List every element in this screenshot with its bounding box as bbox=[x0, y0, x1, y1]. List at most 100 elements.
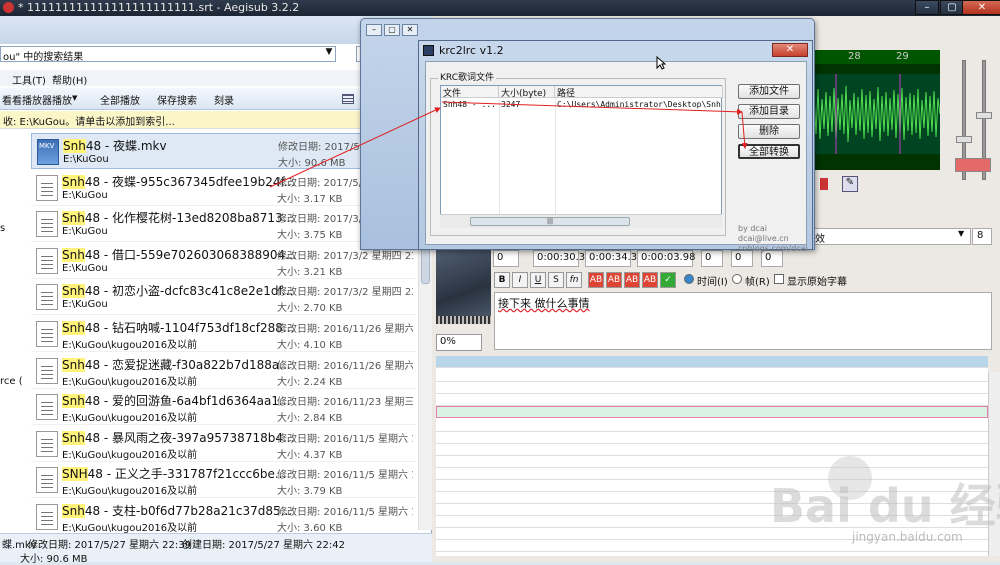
file-name-rest: 48 - 爱的回游鱼-6a4bf1d6364aa1... bbox=[84, 394, 291, 409]
chevron-down-icon[interactable]: ▼ bbox=[72, 94, 77, 102]
scrollbar-thumb[interactable]: ||| bbox=[470, 217, 630, 226]
layer-input[interactable]: 8 bbox=[972, 228, 992, 245]
navigation-pane: s rce ( bbox=[0, 130, 30, 530]
table-row[interactable] bbox=[436, 382, 988, 394]
status-modified: 修改日期: 2017/5/27 星期六 22:39 bbox=[28, 540, 191, 551]
list-horizontal-scrollbar[interactable]: ||| bbox=[440, 214, 722, 228]
add-file-button[interactable]: 添加文件 bbox=[738, 84, 800, 99]
video-zoom-select[interactable]: 0% bbox=[436, 334, 482, 351]
chevron-down-icon[interactable]: ▼ bbox=[958, 229, 964, 238]
underline-button[interactable]: U bbox=[530, 272, 546, 288]
time-radio[interactable] bbox=[684, 274, 694, 284]
save-search-button[interactable]: 保存搜索 bbox=[157, 92, 197, 107]
list-item[interactable]: Snh48 - 钻石呐喊-1104f753df18cf288... E:\KuGo… bbox=[31, 316, 416, 352]
file-folder: E:\KuGou bbox=[62, 262, 108, 274]
italic-button[interactable]: I bbox=[512, 272, 528, 288]
list-item-size[interactable]: 3247 bbox=[501, 100, 520, 109]
table-row[interactable] bbox=[436, 420, 988, 432]
video-file-icon bbox=[37, 139, 59, 165]
list-item[interactable]: Snh48 - 暴风雨之夜-397a95738718b4... E:\KuGou\… bbox=[31, 426, 416, 462]
delete-button[interactable]: 删除 bbox=[738, 124, 800, 139]
style-select[interactable]: 效 bbox=[811, 228, 971, 245]
menu-tools[interactable]: 工具(T) bbox=[12, 72, 46, 87]
close-button[interactable]: ✕ bbox=[772, 43, 808, 57]
krc-file-list[interactable]: 文件 大小(byte) 路径 Snh48 - ... 3247 C:\Users… bbox=[440, 85, 723, 228]
aegisub-logo-icon bbox=[3, 2, 14, 13]
font-button[interactable]: fn bbox=[566, 272, 582, 288]
minimize-button[interactable]: – bbox=[366, 24, 382, 36]
layer-field[interactable]: 0 bbox=[493, 250, 519, 267]
file-size: 大小: 3.75 KB bbox=[277, 230, 343, 242]
file-name-rest: 48 - 暴风雨之夜-397a95738718b4... bbox=[84, 430, 295, 445]
zoom-slider-thumb[interactable] bbox=[956, 136, 972, 143]
margin-left-field[interactable]: 0 bbox=[701, 250, 723, 267]
list-item[interactable]: Snh48 - 化作樱花树-13ed8208ba8713... E:\KuGou 修… bbox=[31, 206, 416, 243]
address-dropdown-icon[interactable]: ▼ bbox=[322, 47, 336, 61]
table-row[interactable] bbox=[436, 444, 988, 456]
list-item-file[interactable]: Snh48 - ... bbox=[443, 100, 496, 109]
shadow-color-button[interactable]: AB bbox=[642, 272, 658, 288]
maximize-button[interactable]: ▢ bbox=[940, 0, 964, 15]
search-highlight: SNH bbox=[62, 467, 88, 482]
list-item[interactable]: Snh48 - 借口-559e702603068388904... E:\KuGo… bbox=[31, 243, 416, 279]
list-item[interactable]: Snh48 - 爱的回游鱼-6a4bf1d6364aa1... E:\KuGou\… bbox=[31, 389, 416, 426]
play-all-button[interactable]: 全部播放 bbox=[100, 92, 140, 107]
table-row[interactable] bbox=[436, 394, 988, 406]
primary-color-button[interactable]: AB bbox=[588, 272, 604, 288]
table-row[interactable] bbox=[436, 456, 988, 468]
file-size: 大小: 3.79 KB bbox=[277, 486, 343, 498]
add-directory-button[interactable]: 添加目录 bbox=[738, 104, 800, 119]
column-header-file[interactable]: 文件 bbox=[441, 86, 499, 99]
start-time-field[interactable]: 0:00:30.35 bbox=[533, 250, 591, 267]
close-button[interactable]: ✕ bbox=[402, 24, 418, 36]
video-seek-strip[interactable] bbox=[436, 316, 491, 324]
outline-color-button[interactable]: AB bbox=[624, 272, 640, 288]
column-header-size[interactable]: 大小(byte) bbox=[499, 86, 555, 99]
end-time-field[interactable]: 0:00:34.33 bbox=[585, 250, 643, 267]
play-with-button[interactable]: 看看播放器播放 bbox=[2, 92, 72, 107]
list-item[interactable]: Snh48 - 夜蝶-955c367345dfee19b24f... E:\KuG… bbox=[31, 170, 416, 206]
burn-button[interactable]: 刻录 bbox=[214, 92, 234, 107]
list-item[interactable]: Snh48 - 初恋小盗-dcfc83c41c8e2e1df... E:\KuGo… bbox=[31, 279, 416, 316]
karaoke-icon[interactable]: ✎ bbox=[842, 176, 858, 192]
commit-check-icon[interactable]: ✓ bbox=[660, 272, 676, 288]
list-item[interactable]: Snh48 - 夜蝶.mkvE:\KuGou修改日期: 2017/5/27 星期… bbox=[31, 133, 416, 169]
frame-radio[interactable] bbox=[732, 274, 742, 284]
view-options-icon[interactable] bbox=[342, 94, 354, 104]
convert-all-button[interactable]: 全部转换 bbox=[738, 144, 800, 159]
watermark-url: jingyan.baidu.com bbox=[852, 530, 963, 544]
list-item[interactable]: Snh48 - 支柱-b0f6d77b28a21c37d85... E:\KuGo… bbox=[31, 499, 416, 535]
show-original-checkbox[interactable] bbox=[774, 274, 784, 284]
column-header-path[interactable]: 路径 bbox=[555, 86, 723, 99]
secondary-color-button[interactable]: AB bbox=[606, 272, 622, 288]
file-name-rest: 48 - 支柱-b0f6d77b28a21c37d85... bbox=[84, 504, 293, 518]
strikeout-button[interactable]: S bbox=[548, 272, 564, 288]
menu-help[interactable]: 帮助(H) bbox=[52, 72, 87, 87]
address-bar[interactable]: ou" 中的搜索结果 bbox=[0, 46, 336, 62]
table-row[interactable] bbox=[436, 432, 988, 444]
duration-field[interactable]: 0:00:03.98 bbox=[637, 250, 695, 267]
search-highlight: Snh bbox=[63, 139, 86, 153]
stop-icon[interactable] bbox=[820, 178, 828, 190]
list-item-path[interactable]: C:\Users\Administrator\Desktop\Snh48 bbox=[557, 100, 721, 109]
restore-button[interactable]: ▢ bbox=[384, 24, 400, 36]
file-name-rest: 48 - 借口-559e702603068388904... bbox=[84, 247, 297, 262]
list-item[interactable]: SNH48 - 正义之手-331787f21ccc6be... E:\KuGou\… bbox=[31, 462, 416, 499]
file-size: 大小: 90.6 MB bbox=[278, 158, 346, 169]
video-preview[interactable] bbox=[436, 244, 491, 324]
group-label: KRC歌词文件 bbox=[438, 70, 496, 83]
volume-slider-thumb[interactable] bbox=[976, 112, 992, 119]
file-folder: E:\KuGou bbox=[62, 189, 108, 201]
nav-label[interactable]: rce ( bbox=[0, 376, 23, 387]
minimize-button[interactable]: – bbox=[915, 0, 939, 15]
subtitle-edit-box[interactable]: 接下来 做什么事情 bbox=[494, 292, 992, 350]
table-row-selected[interactable] bbox=[436, 406, 988, 418]
nav-label[interactable]: s bbox=[0, 223, 5, 234]
close-button[interactable]: ✕ bbox=[962, 0, 1000, 15]
table-row[interactable] bbox=[436, 370, 988, 382]
bold-button[interactable]: B bbox=[494, 272, 510, 288]
list-item[interactable]: Snh48 - 恋爱捉迷藏-f30a822b7d188a... E:\KuGou\… bbox=[31, 353, 416, 389]
text-file-icon bbox=[36, 321, 58, 347]
audio-commit-button[interactable] bbox=[955, 158, 991, 172]
audio-waveform[interactable]: 28 29 bbox=[812, 50, 940, 170]
